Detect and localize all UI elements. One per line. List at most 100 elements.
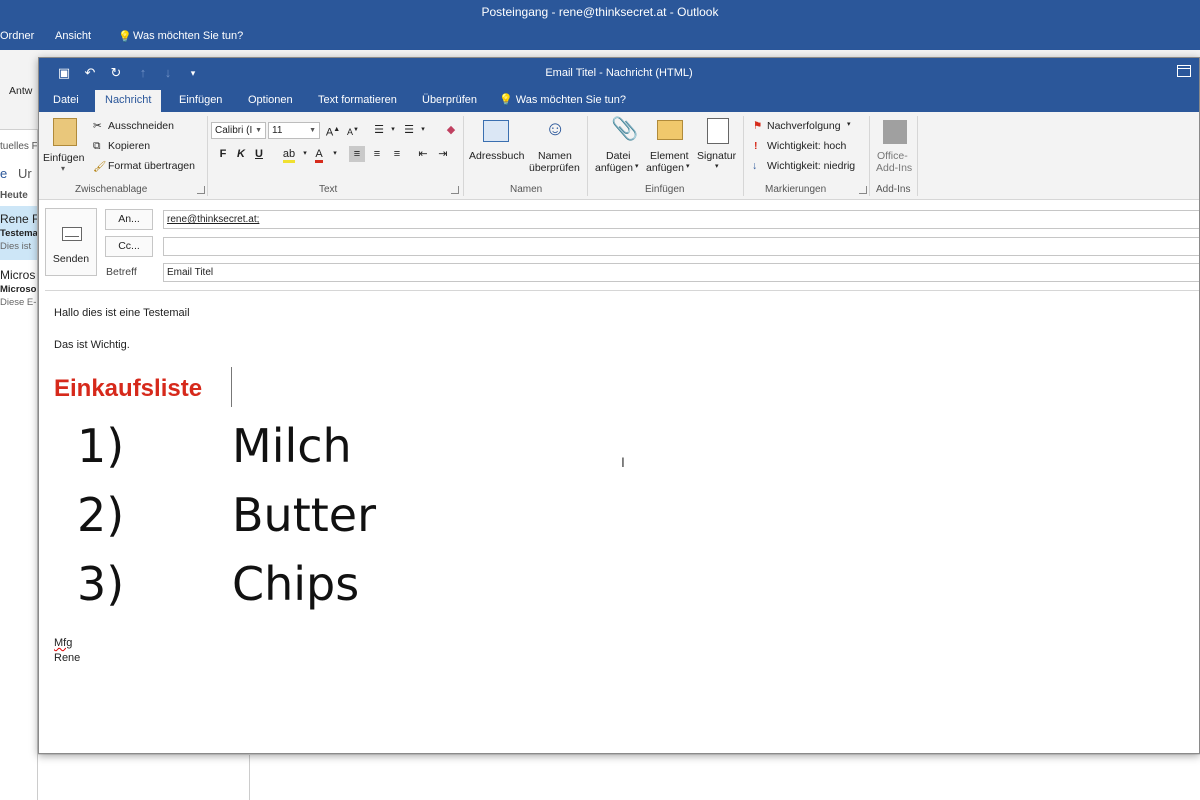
font-color-icon[interactable]: A [311,146,327,163]
align-center-icon[interactable]: ≡ [369,146,385,162]
format-painter-icon: 🖌 [93,161,107,173]
ribbon-divider [917,116,918,196]
paperclip-icon[interactable]: 📎 [611,116,638,142]
to-field[interactable]: rene@thinksecret.at; [163,210,1199,229]
bg-mail-item[interactable]: Rene F Testema Dies ist [0,206,37,260]
tab-datei[interactable]: Datei [43,90,89,112]
scissors-icon: ✂ [93,120,102,132]
clear-formatting-icon[interactable]: ◆ [443,122,459,138]
check-names-icon[interactable]: ☺ [545,118,571,144]
font-color-dropdown-icon[interactable]: ▾ [327,146,343,162]
to-button[interactable]: An... [105,209,153,230]
attach-file-label-1[interactable]: Datei [606,150,631,162]
list-item-text: Butter [232,488,376,542]
copy-button[interactable]: Kopieren [108,140,150,152]
signature-button[interactable]: Signatur [697,150,736,162]
restore-window-icon[interactable] [1177,65,1191,77]
bg-filter-all[interactable]: e [0,166,7,181]
envelope-icon[interactable] [657,120,683,140]
shrink-font-icon[interactable]: A▼ [345,122,361,138]
attach-file-label-2[interactable]: anfügen [595,162,633,174]
signature-dropdown-icon[interactable]: ▾ [715,162,719,170]
font-combo[interactable]: Calibri (I ▼ [211,122,266,139]
office-addins-label-1[interactable]: Office- [877,150,908,162]
bg-mail-preview: Diese E- [0,297,37,308]
body-line: Hallo dies ist eine Testemail [54,307,190,319]
bg-list-pane [38,755,250,800]
font-size: 11 [272,125,283,136]
cc-field[interactable] [163,237,1199,256]
importance-low-button[interactable]: Wichtigkeit: niedrig [767,160,855,172]
address-book-button[interactable]: Adressbuch [469,150,524,162]
bg-tell-me[interactable]: Was möchten Sie tun? [133,30,243,42]
grow-font-icon[interactable]: A▲ [325,122,341,139]
to-recipient[interactable]: rene@thinksecret.at; [167,214,259,225]
signature-icon[interactable] [707,118,729,144]
send-icon [62,227,82,241]
check-names-label-1[interactable]: Namen [538,150,572,162]
office-addins-icon[interactable] [883,120,907,144]
tab-text-formatieren[interactable]: Text formatieren [308,90,407,112]
font-name: Calibri (I [215,125,253,136]
highlight-icon[interactable]: ab [281,146,297,163]
bg-message-list: tuelles F e Ur Heute Rene F Testema Dies… [0,130,38,800]
underline-button[interactable]: U [251,146,267,162]
tab-optionen[interactable]: Optionen [238,90,303,112]
ribbon-divider [207,116,208,196]
tab-ueberpruefen[interactable]: Überprüfen [412,90,487,112]
clipboard-launcher-icon[interactable] [197,186,205,194]
bg-reply-label[interactable]: Antw [9,85,32,97]
lightbulb-icon: 💡 [118,31,132,43]
bg-filter-unread[interactable]: Ur [18,166,32,181]
attach-item-label-1[interactable]: Element [650,150,689,162]
numbering-dropdown-icon[interactable]: ▾ [415,122,431,138]
ribbon-divider [869,116,870,196]
tags-launcher-icon[interactable] [859,186,867,194]
message-body[interactable]: Hallo dies ist eine Testemail Das ist Wi… [45,290,1199,748]
attach-item-dropdown-icon[interactable]: ▾ [686,162,690,170]
subject-field[interactable]: Email Titel [163,263,1199,282]
bg-mail-item[interactable]: Micros Microso Diese E- [0,262,37,316]
tab-tell-me[interactable]: 💡 Was möchten Sie tun? [489,90,636,112]
paste-button[interactable]: Einfügen [43,152,84,164]
group-label-text: Text [319,184,338,195]
bg-tab-ordner[interactable]: Ordner [0,30,34,42]
bg-tab-ansicht[interactable]: Ansicht [55,30,91,42]
follow-up-dropdown-icon[interactable]: ▾ [847,120,851,128]
group-label-clipboard: Zwischenablage [75,184,148,195]
office-addins-label-2[interactable]: Add-Ins [876,162,912,174]
align-left-icon[interactable]: ≡ [349,146,365,162]
follow-up-button[interactable]: Nachverfolgung [767,120,841,132]
font-size-combo[interactable]: 11 ▼ [268,122,320,139]
cut-button[interactable]: Ausschneiden [108,120,174,132]
paste-dropdown-icon[interactable]: ▾ [61,164,65,173]
bullets-dropdown-icon[interactable]: ▾ [385,122,401,138]
importance-high-button[interactable]: Wichtigkeit: hoch [767,140,846,152]
send-label: Senden [52,253,90,265]
italic-button[interactable]: K [233,146,249,162]
check-names-label-2[interactable]: überprüfen [529,162,580,174]
ibeam-cursor-icon: I [621,454,625,470]
group-label-addins: Add-Ins [876,184,911,195]
attach-item-label-2[interactable]: anfügen [646,162,684,174]
chevron-down-icon: ▼ [309,127,316,134]
outlook-main-titlebar: Posteingang - rene@thinksecret.at - Outl… [0,0,1200,26]
paste-icon[interactable] [53,118,77,146]
increase-indent-icon[interactable]: ⇥ [435,146,451,162]
tell-me-label: Was möchten Sie tun? [515,94,627,106]
tab-nachricht[interactable]: Nachricht [95,90,162,112]
ribbon-divider [463,116,464,196]
align-right-icon[interactable]: ≡ [389,146,405,162]
format-painter-button[interactable]: Format übertragen [108,160,195,172]
attach-file-dropdown-icon[interactable]: ▾ [635,162,639,170]
send-button[interactable]: Senden [45,208,97,276]
list-heading: Einkaufsliste [54,375,203,402]
decrease-indent-icon[interactable]: ⇤ [415,146,431,162]
tab-einfuegen[interactable]: Einfügen [169,90,232,112]
cc-button[interactable]: Cc... [105,236,153,257]
bold-button[interactable]: F [215,146,231,162]
text-launcher-icon[interactable] [451,186,459,194]
address-book-icon[interactable] [483,120,509,142]
message-ribbon: Einfügen ▾ ✂ Ausschneiden ⧉ Kopieren 🖌 F… [39,112,1199,200]
list-item-text: Milch [232,419,352,473]
